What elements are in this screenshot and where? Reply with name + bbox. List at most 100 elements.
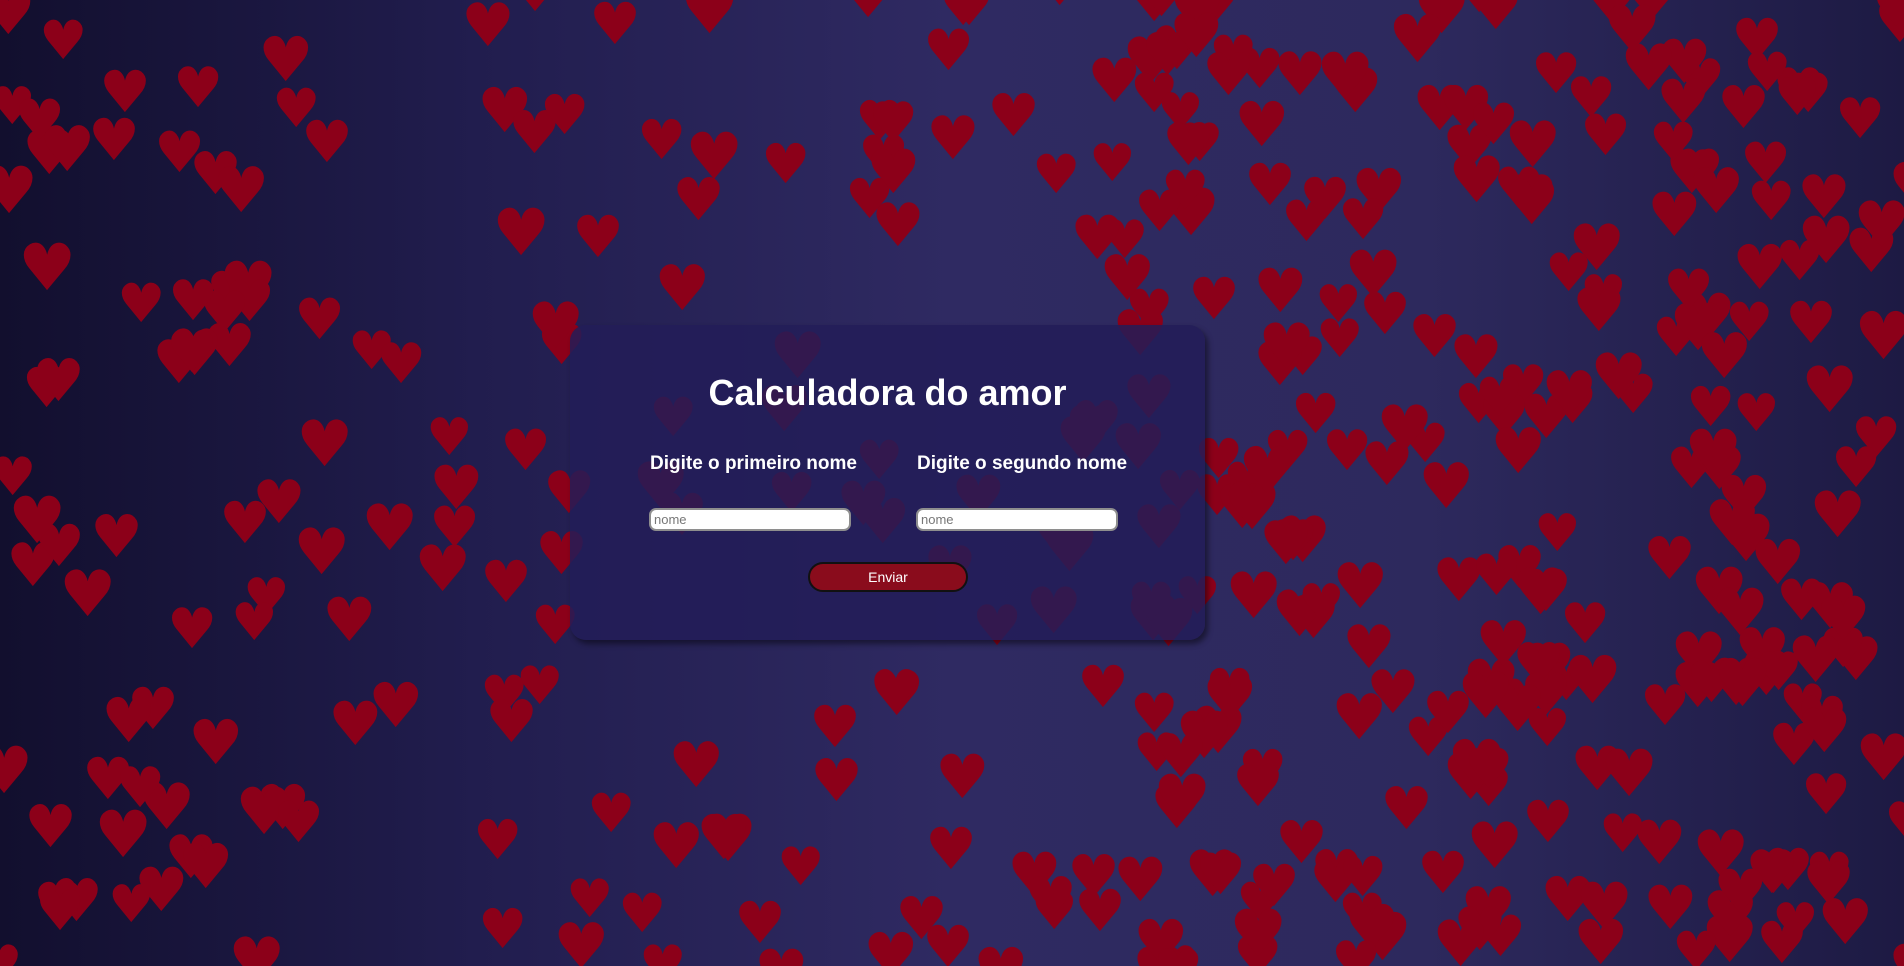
heart-icon: ♥	[1275, 808, 1328, 877]
heart-icon: ♥	[477, 74, 533, 147]
heart-icon: ♥	[1590, 341, 1648, 415]
heart-icon: ♥	[1259, 509, 1313, 579]
heart-icon: ♥	[219, 249, 278, 324]
heart-icon: ♥	[127, 675, 179, 743]
heart-icon: ♥	[361, 492, 419, 566]
heart-icon: ♥	[1534, 504, 1581, 564]
heart-icon: ♥	[839, 0, 897, 28]
heart-icon: ♥	[1457, 660, 1515, 734]
heart-icon: ♥	[1620, 32, 1678, 106]
heart-icon: ♥	[1331, 681, 1388, 754]
heart-icon: ♥	[1797, 696, 1852, 767]
heart-icon: ♥	[296, 408, 354, 482]
heart-icon: ♥	[1750, 526, 1806, 599]
heart-icon: ♥	[1338, 845, 1388, 909]
heart-icon: ♥	[1359, 280, 1411, 348]
heart-icon: ♥	[1202, 662, 1258, 735]
heart-icon: ♥	[1449, 323, 1503, 393]
heart-icon: ♥	[1692, 818, 1750, 892]
heart-icon: ♥	[1640, 674, 1691, 739]
heart-icon: ♥	[1573, 906, 1629, 966]
heart-icon: ♥	[1225, 560, 1283, 634]
heart-icon: ♥	[1772, 56, 1826, 126]
heart-icon: ♥	[866, 137, 921, 208]
heart-icon: ♥	[24, 792, 77, 861]
heart-icon: ♥	[869, 657, 922, 726]
heart-icon: ♥	[1126, 0, 1182, 31]
heart-icon: ♥	[14, 88, 66, 154]
heart-icon: ♥	[1785, 289, 1837, 357]
heart-icon: ♥	[1310, 837, 1363, 906]
page-title: Calculadora do amor	[708, 372, 1067, 413]
heart-icon: ♥	[0, 0, 36, 49]
heart-icon: ♥	[935, 742, 990, 813]
heart-icon: ♥	[1188, 265, 1240, 333]
heart-icon: ♥	[1232, 752, 1284, 820]
heart-icon: ♥	[858, 124, 910, 190]
heart-icon: ♥	[189, 139, 242, 208]
heart-icon: ♥	[871, 191, 925, 261]
heart-icon: ♥	[8, 484, 67, 559]
heart-icon: ♥	[154, 120, 206, 186]
heart-icon: ♥	[1408, 302, 1461, 371]
heart-icon: ♥	[1287, 583, 1340, 652]
heart-icon: ♥	[22, 118, 77, 189]
heart-icon: ♥	[1772, 893, 1819, 953]
first-name-input[interactable]	[649, 508, 851, 531]
love-calculator-card: Calculadora do amor Digite o primeiro no…	[570, 325, 1205, 640]
heart-icon: ♥	[1701, 904, 1759, 966]
heart-icon: ♥	[168, 269, 219, 334]
heart-icon: ♥	[680, 0, 740, 49]
submit-button[interactable]: Enviar	[808, 562, 968, 592]
heart-icon: ♥	[1074, 877, 1126, 945]
heart-icon: ♥	[1087, 46, 1142, 117]
heart-icon: ♥	[1493, 156, 1545, 222]
heart-icon: ♥	[203, 311, 256, 380]
heart-icon: ♥	[1238, 433, 1298, 510]
heart-icon: ♥	[734, 889, 786, 957]
heart-icon: ♥	[754, 942, 809, 966]
heart-icon: ♥	[94, 798, 153, 873]
heart-icon: ♥	[1817, 886, 1874, 959]
heart-icon: ♥	[1253, 256, 1308, 327]
heart-icon: ♥	[117, 272, 166, 335]
heart-icon: ♥	[1734, 615, 1791, 688]
heart-icon: ♥	[1195, 842, 1247, 908]
heart-icon: ♥	[1670, 620, 1728, 694]
heart-icon: ♥	[1089, 134, 1136, 194]
heart-icon: ♥	[696, 801, 752, 874]
heart-icon: ♥	[855, 89, 905, 153]
heart-icon: ♥	[1418, 450, 1475, 523]
heart-icon: ♥	[1475, 608, 1532, 681]
heart-icon: ♥	[6, 531, 60, 601]
heart-icon: ♥	[1464, 737, 1514, 801]
heart-icon: ♥	[1281, 189, 1333, 255]
heart-icon: ♥	[1580, 265, 1627, 325]
heart-icon: ♥	[59, 558, 117, 632]
heart-icon: ♥	[1696, 320, 1753, 393]
second-name-label: Digite o segundo nome	[917, 453, 1128, 474]
heart-icon: ♥	[1731, 6, 1783, 74]
heart-icon: ♥	[429, 495, 481, 561]
heart-icon: ♥	[1819, 617, 1868, 680]
heart-icon: ♥	[228, 925, 286, 966]
heart-icon: ♥	[1570, 734, 1625, 805]
heart-icon: ♥	[272, 77, 321, 140]
heart-icon: ♥	[0, 77, 36, 137]
heart-icon: ♥	[553, 910, 610, 966]
heart-icon: ♥	[1568, 212, 1626, 286]
heart-icon: ♥	[1663, 258, 1715, 324]
heart-icon: ♥	[1835, 87, 1886, 152]
heart-icon: ♥	[1743, 41, 1792, 104]
second-name-input[interactable]	[916, 508, 1118, 531]
heart-icon: ♥	[1113, 845, 1168, 916]
heart-icon: ♥	[1344, 238, 1403, 313]
heart-icon: ♥	[35, 879, 86, 944]
heart-icon: ♥	[1235, 37, 1285, 101]
heart-icon: ♥	[516, 656, 564, 717]
heart-icon: ♥	[1273, 40, 1327, 110]
heart-icon: ♥	[480, 664, 529, 727]
heart-icon: ♥	[508, 98, 561, 167]
heart-icon: ♥	[1291, 382, 1341, 446]
heart-icon: ♥	[1678, 281, 1737, 356]
